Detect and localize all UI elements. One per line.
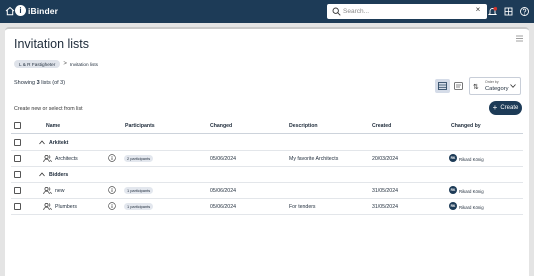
search-icon — [332, 7, 341, 16]
create-button-label: Create — [500, 105, 519, 111]
row-checkbox[interactable] — [14, 203, 21, 210]
column-header-description[interactable]: Description — [289, 123, 318, 129]
participants-badge[interactable]: 1 participants — [124, 187, 154, 194]
sort-icon: ⇅ — [473, 84, 479, 91]
group-row[interactable]: Bidders — [11, 167, 523, 183]
table-header-row: Name Participants Changed Description Cr… — [11, 118, 523, 134]
group-title: Arkitekt — [49, 140, 69, 146]
card-view-icon — [454, 82, 463, 90]
info-icon[interactable] — [108, 154, 116, 162]
showing-count: Showing 3 lists (of 3) — [14, 80, 65, 86]
column-header-name[interactable]: Name — [46, 123, 60, 129]
create-hint: Create new or select from list — [14, 106, 83, 112]
chevron-up-icon[interactable] — [39, 172, 45, 177]
order-by-label: Order by — [485, 80, 499, 84]
page-title: Invitation lists — [14, 37, 90, 51]
info-icon[interactable] — [108, 186, 116, 194]
clear-search-button[interactable]: × — [473, 5, 483, 14]
help-icon[interactable] — [519, 6, 530, 17]
order-by-select[interactable]: ⇅ Order by Category — [469, 77, 521, 95]
showing-suffix: lists (of 3) — [41, 80, 66, 86]
row-changed-by: Rikard König — [459, 156, 484, 162]
avatar: RK — [449, 154, 457, 162]
content-card: Invitation lists L & R Fastigheter > Inv… — [5, 27, 529, 276]
card-view-button[interactable] — [451, 79, 466, 93]
table-view-button[interactable] — [435, 79, 450, 93]
breadcrumb-project[interactable]: L & R Fastigheter — [14, 60, 61, 68]
row-name[interactable]: Plumbers — [55, 204, 77, 210]
info-icon[interactable] — [108, 202, 116, 210]
chevron-up-icon[interactable] — [39, 140, 45, 145]
column-header-changed-by[interactable]: Changed by — [451, 123, 481, 129]
table-view-icon — [438, 82, 447, 90]
notification-bell-icon[interactable] — [487, 6, 498, 17]
avatar: RK — [449, 186, 457, 194]
breadcrumb: L & R Fastigheter > Invitation lists — [14, 60, 98, 68]
top-bar: i iBinder × — [0, 0, 534, 23]
column-header-participants[interactable]: Participants — [125, 123, 155, 129]
row-created: 20/03/2024 — [372, 156, 398, 162]
table-row[interactable]: new 1 participants 05/06/2024 31/05/2024… — [11, 183, 523, 199]
building-icon[interactable] — [503, 6, 514, 17]
group-row[interactable]: Arkitekt — [11, 135, 523, 151]
order-by-value: Category — [485, 85, 509, 92]
row-changed-by: Rikard König — [459, 204, 484, 210]
participants-badge[interactable]: 1 participants — [124, 203, 154, 210]
chevron-down-icon — [510, 84, 516, 88]
breadcrumb-current: Invitation lists — [69, 61, 98, 67]
row-name[interactable]: new — [55, 188, 65, 194]
table-row[interactable]: Plumbers 1 participants 05/06/2024 For t… — [11, 199, 523, 215]
showing-prefix: Showing — [14, 80, 36, 86]
search-box: × — [327, 4, 487, 19]
column-header-changed[interactable]: Changed — [210, 123, 232, 129]
users-icon — [43, 187, 52, 195]
brand-mark: i — [15, 5, 26, 16]
row-description: For tenders — [289, 204, 316, 210]
row-changed: 05/06/2024 — [210, 204, 236, 210]
row-checkbox[interactable] — [14, 155, 21, 162]
group-title: Bidders — [49, 172, 69, 178]
table-row[interactable]: Architects 2 participants 05/06/2024 My … — [11, 151, 523, 167]
row-checkbox[interactable] — [14, 187, 21, 194]
row-changed-by: Rikard König — [459, 188, 484, 194]
menu-icon[interactable] — [516, 35, 523, 42]
search-input[interactable] — [343, 5, 469, 18]
avatar: RK — [449, 202, 457, 210]
column-header-created[interactable]: Created — [372, 123, 391, 129]
participants-badge[interactable]: 2 participants — [124, 155, 154, 162]
row-created: 31/05/2024 — [372, 204, 398, 210]
showing-number: 3 — [36, 80, 40, 86]
breadcrumb-separator: > — [63, 61, 67, 67]
home-icon[interactable] — [5, 6, 15, 16]
row-description: My favorite Architects — [289, 156, 339, 162]
group-checkbox[interactable] — [14, 139, 21, 146]
plus-icon: + — [492, 103, 498, 112]
row-changed: 05/06/2024 — [210, 188, 236, 194]
row-name[interactable]: Architects — [55, 156, 78, 162]
brand-logo[interactable]: i iBinder — [15, 5, 58, 16]
users-icon — [43, 155, 52, 163]
select-all-checkbox[interactable] — [14, 122, 21, 129]
users-icon — [43, 203, 52, 211]
create-button[interactable]: + Create — [489, 101, 522, 115]
row-created: 31/05/2024 — [372, 188, 398, 194]
row-changed: 05/06/2024 — [210, 156, 236, 162]
brand-name: iBinder — [28, 5, 58, 16]
group-checkbox[interactable] — [14, 171, 21, 178]
